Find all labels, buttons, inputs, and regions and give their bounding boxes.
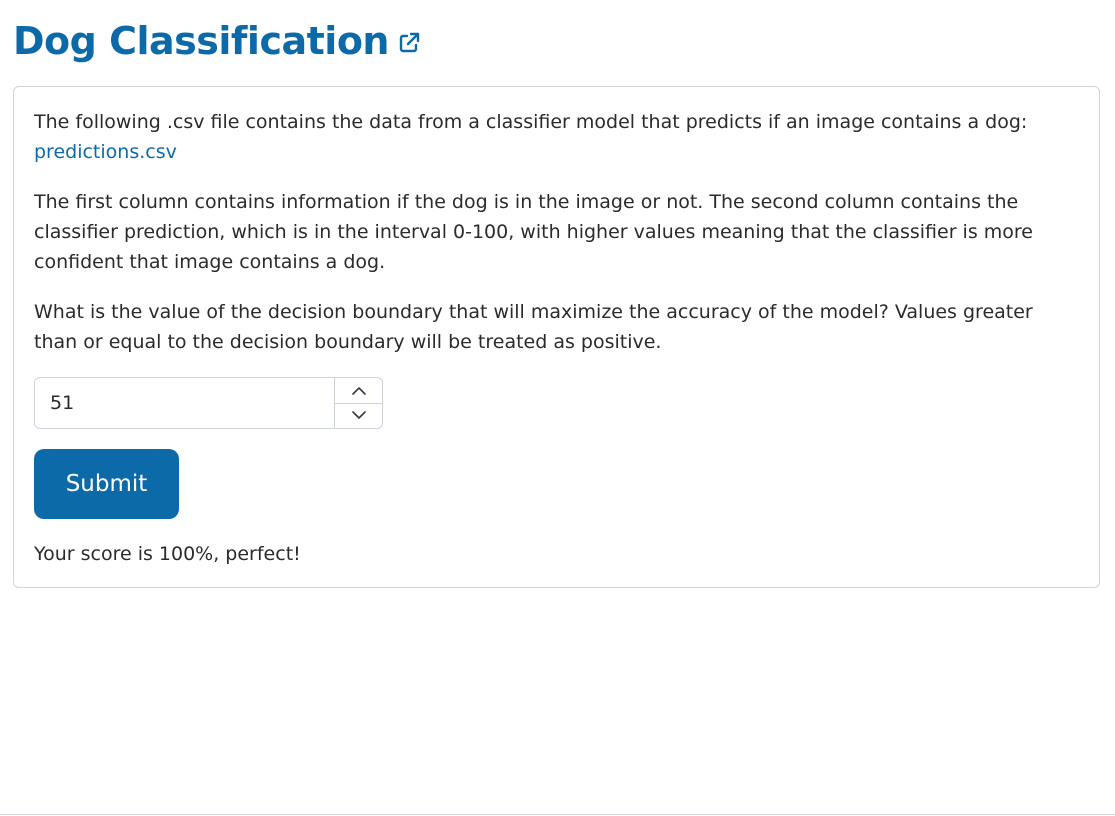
submit-button[interactable]: Submit <box>34 449 179 519</box>
question-card: The following .csv file contains the dat… <box>13 86 1100 588</box>
intro-paragraph: The following .csv file contains the dat… <box>34 107 1054 167</box>
chevron-up-icon <box>351 386 366 395</box>
page-title: Dog Classification <box>13 19 389 63</box>
page: Dog Classification The following .csv fi… <box>0 0 1115 816</box>
question-text: What is the value of the decision bounda… <box>34 301 1033 353</box>
boundary-number-field <box>34 377 383 429</box>
title-row: Dog Classification <box>13 16 421 66</box>
external-link-icon[interactable] <box>397 31 421 55</box>
decrement-button[interactable] <box>335 402 382 429</box>
number-stepper <box>334 378 382 428</box>
column-description: The first column contains information if… <box>34 191 1033 273</box>
bottom-divider <box>0 814 1115 815</box>
predictions-csv-link[interactable]: predictions.csv <box>34 141 177 163</box>
result-message: Your score is 100%, perfect! <box>34 543 301 565</box>
increment-button[interactable] <box>335 378 382 403</box>
boundary-input[interactable] <box>35 378 334 428</box>
intro-text: The following .csv file contains the dat… <box>34 111 1028 133</box>
chevron-down-icon <box>351 411 366 420</box>
